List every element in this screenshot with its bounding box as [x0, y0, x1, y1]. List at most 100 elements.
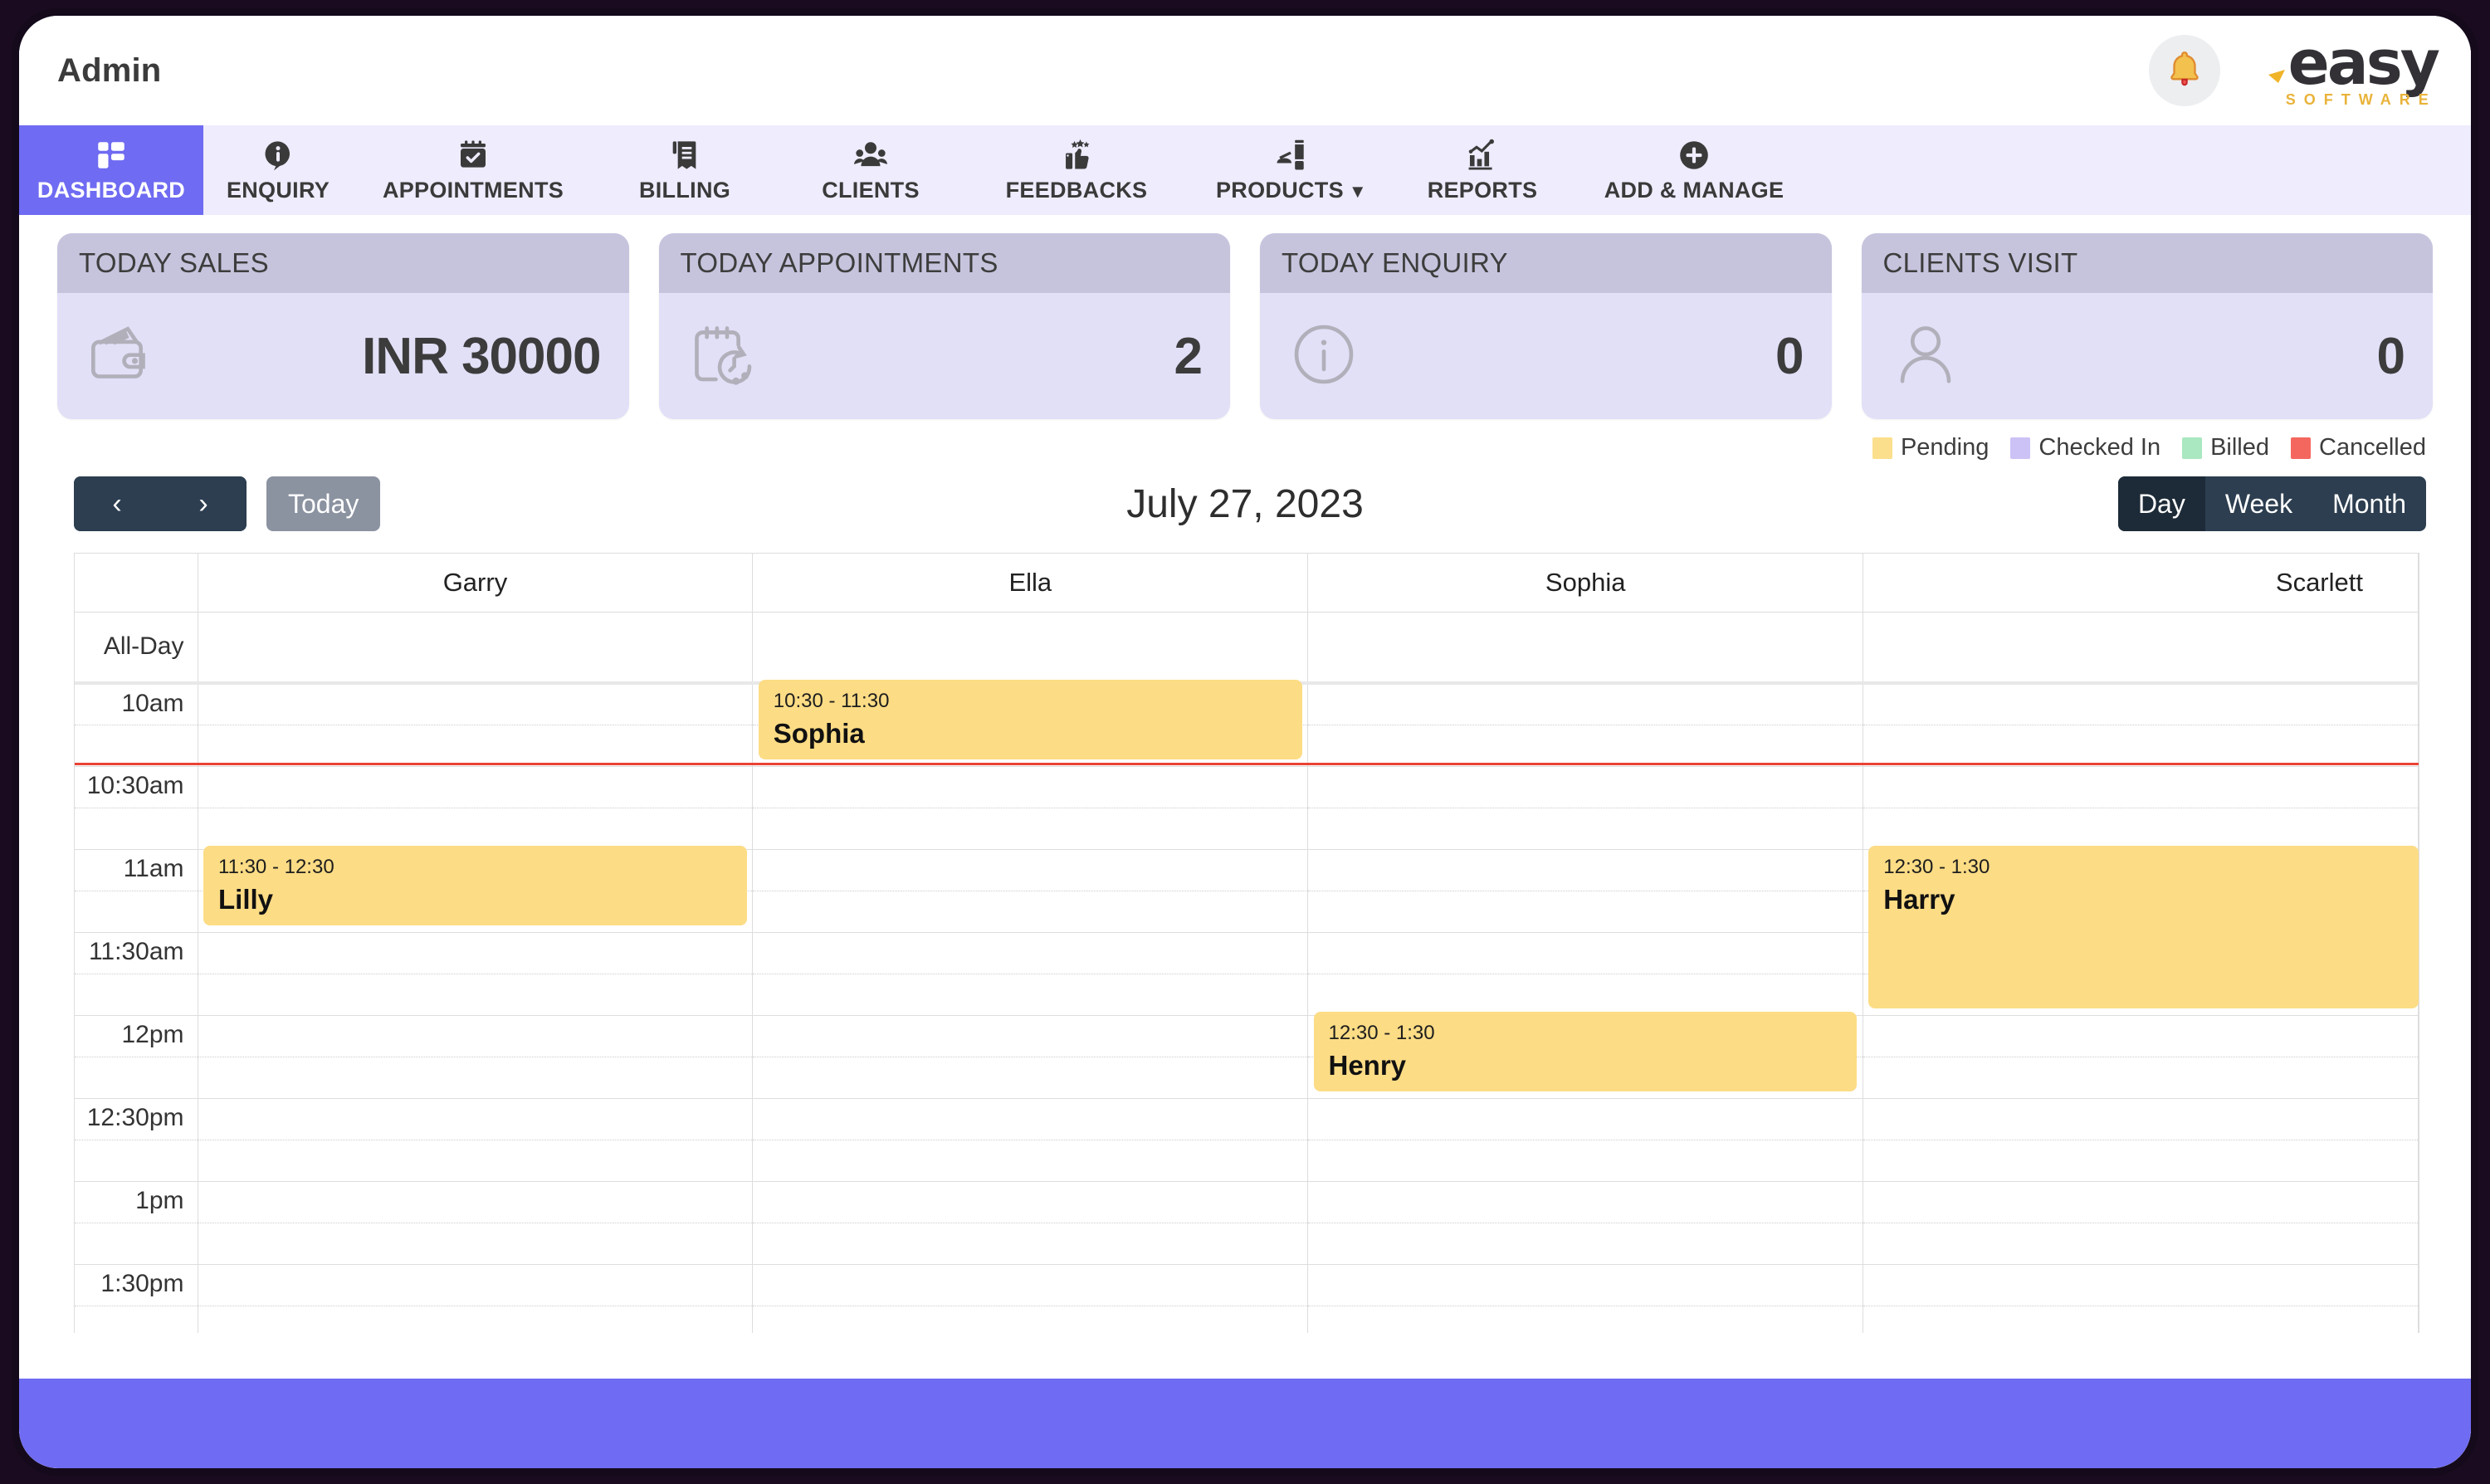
time-slot-cell[interactable] [198, 1305, 754, 1333]
time-slot-cell[interactable] [1307, 890, 1864, 932]
nav-item-products[interactable]: PRODUCTS ▼ [1188, 125, 1395, 215]
time-slot-cell[interactable] [1863, 682, 2419, 725]
resource-column-scarlett[interactable]: Scarlett [1863, 554, 2419, 613]
time-slot-cell[interactable] [1863, 765, 2419, 808]
time-slot-cell[interactable] [1863, 1139, 2419, 1181]
time-slot-cell[interactable] [1863, 724, 2419, 766]
time-slot-cell[interactable] [198, 1097, 754, 1140]
appointment-event[interactable]: 12:30 - 1:30 Harry [1868, 846, 2419, 1008]
stat-card-today-enquiry[interactable]: TODAY ENQUIRY 0 [1260, 233, 1832, 419]
all-day-cell[interactable] [1863, 612, 2419, 685]
time-slot-cell[interactable] [752, 765, 1309, 808]
time-slot-cell[interactable] [1307, 973, 1864, 1015]
time-slot-cell[interactable] [752, 1180, 1309, 1223]
time-slot-cell[interactable] [1307, 1305, 1864, 1333]
time-slot-cell[interactable] [752, 973, 1309, 1015]
time-slot-cell[interactable] [198, 973, 754, 1015]
nav-item-clients[interactable]: CLIENTS [776, 125, 965, 215]
time-slot-cell[interactable] [1307, 1263, 1864, 1306]
time-slot-cell[interactable] [752, 1097, 1309, 1140]
time-slot-cell[interactable] [752, 1056, 1309, 1098]
time-slot-cell[interactable] [752, 807, 1309, 849]
stat-card-today-sales[interactable]: TODAY SALES INR 30000 [57, 233, 629, 419]
nav-item-feedbacks[interactable]: FEEDBACKS [965, 125, 1188, 215]
appointment-event[interactable]: 12:30 - 1:30 Henry [1313, 1012, 1858, 1091]
stat-card-clients-visit[interactable]: CLIENTS VISIT 0 [1861, 233, 2433, 419]
time-slot-cell[interactable] [1863, 1222, 2419, 1264]
time-slot-cell[interactable] [198, 807, 754, 849]
view-button-week[interactable]: Week [2205, 476, 2312, 531]
time-slot-cell[interactable] [1307, 848, 1864, 891]
time-slot-cell[interactable] [198, 1222, 754, 1264]
time-slot-label: . [75, 807, 198, 849]
time-slot-cell[interactable] [752, 1222, 1309, 1264]
nav-item-dashboard[interactable]: DASHBOARD [19, 125, 203, 215]
resource-column-sophia[interactable]: Sophia [1307, 554, 1864, 613]
time-slot-label: 1:30pm [75, 1263, 198, 1306]
time-slot-cell[interactable] [1863, 1014, 2419, 1057]
calendar-check-icon [456, 138, 490, 173]
nav-label: BILLING [638, 177, 731, 203]
appointment-event[interactable]: 11:30 - 12:30 Lilly [203, 846, 747, 925]
nav-item-billing[interactable]: BILLING [593, 125, 776, 215]
nav-item-add-and-manage[interactable]: ADD & MANAGE [1570, 125, 1819, 215]
info-circle-icon [1288, 319, 1360, 394]
time-slot-cell[interactable] [1863, 1097, 2419, 1140]
time-slot-cell[interactable] [752, 1139, 1309, 1181]
view-button-day[interactable]: Day [2117, 476, 2205, 531]
next-day-button[interactable]: › [160, 476, 247, 531]
title-bar-right: easy SOFTWARE [2148, 32, 2440, 109]
calendar-grid[interactable]: Garry Ella Sophia Scarlett All-Day 10am [74, 553, 2419, 1333]
time-slot-cell[interactable] [198, 1056, 754, 1098]
brand-logo: easy SOFTWARE [2263, 32, 2440, 109]
notification-button[interactable] [2148, 35, 2220, 106]
time-slot-cell[interactable] [1307, 807, 1864, 849]
view-button-month[interactable]: Month [2312, 476, 2426, 531]
today-button[interactable]: Today [266, 476, 381, 531]
time-slot-cell[interactable] [1307, 682, 1864, 725]
time-slot-cell[interactable] [752, 1263, 1309, 1306]
time-slot-cell[interactable] [198, 1180, 754, 1223]
prev-day-button[interactable]: ‹ [74, 476, 160, 531]
time-slot-cell[interactable] [1307, 724, 1864, 766]
all-day-cell[interactable] [198, 612, 754, 685]
time-slot-cell[interactable] [1307, 1222, 1864, 1264]
time-slot-cell[interactable] [1863, 1180, 2419, 1223]
time-slot-cell[interactable] [1307, 1139, 1864, 1181]
time-slot-cell[interactable] [1307, 931, 1864, 974]
resource-column-garry[interactable]: Garry [198, 554, 754, 613]
time-slot-cell[interactable] [752, 890, 1309, 932]
time-slot-cell[interactable] [752, 1014, 1309, 1057]
time-slot-cell[interactable] [198, 682, 754, 725]
time-slot-cell[interactable] [198, 724, 754, 766]
nav-label: ADD & MANAGE [1604, 177, 1784, 203]
all-day-cell[interactable] [752, 612, 1309, 685]
time-slot-cell[interactable] [198, 1014, 754, 1057]
legend-item-checked-in: Checked In [2010, 434, 2160, 461]
resource-column-ella[interactable]: Ella [752, 554, 1309, 613]
all-day-cell[interactable] [1307, 612, 1864, 685]
time-slot-cell[interactable] [198, 931, 754, 974]
time-slot-cell[interactable] [752, 1305, 1309, 1333]
nav-item-reports[interactable]: REPORTS [1395, 125, 1570, 215]
time-slot-cell[interactable] [1863, 1056, 2419, 1098]
user-icon [1890, 319, 1961, 394]
legend-label: Pending [1900, 434, 1990, 461]
time-slot-cell[interactable] [198, 1263, 754, 1306]
nav-item-appointments[interactable]: APPOINTMENTS [353, 125, 593, 215]
stat-card-today-appointments[interactable]: TODAY APPOINTMENTS 2 [658, 233, 1230, 419]
time-slot-cell[interactable] [198, 1139, 754, 1181]
time-slot-cell[interactable] [198, 765, 754, 808]
bar-chart-icon [1465, 138, 1500, 173]
time-slot-cell[interactable] [1307, 1097, 1864, 1140]
time-slot-cell[interactable] [1307, 765, 1864, 808]
time-slot-cell[interactable] [1863, 807, 2419, 849]
time-slot-cell[interactable] [1307, 1180, 1864, 1223]
appointment-event[interactable]: 10:30 - 11:30 Sophia [758, 680, 1302, 759]
time-slot-cell[interactable] [752, 931, 1309, 974]
nav-label: CLIENTS [822, 177, 920, 203]
time-slot-cell[interactable] [752, 848, 1309, 891]
nav-item-enquiry[interactable]: ENQUIRY [203, 125, 353, 215]
time-slot-cell[interactable] [1863, 1263, 2419, 1306]
time-slot-cell[interactable] [1863, 1305, 2419, 1333]
